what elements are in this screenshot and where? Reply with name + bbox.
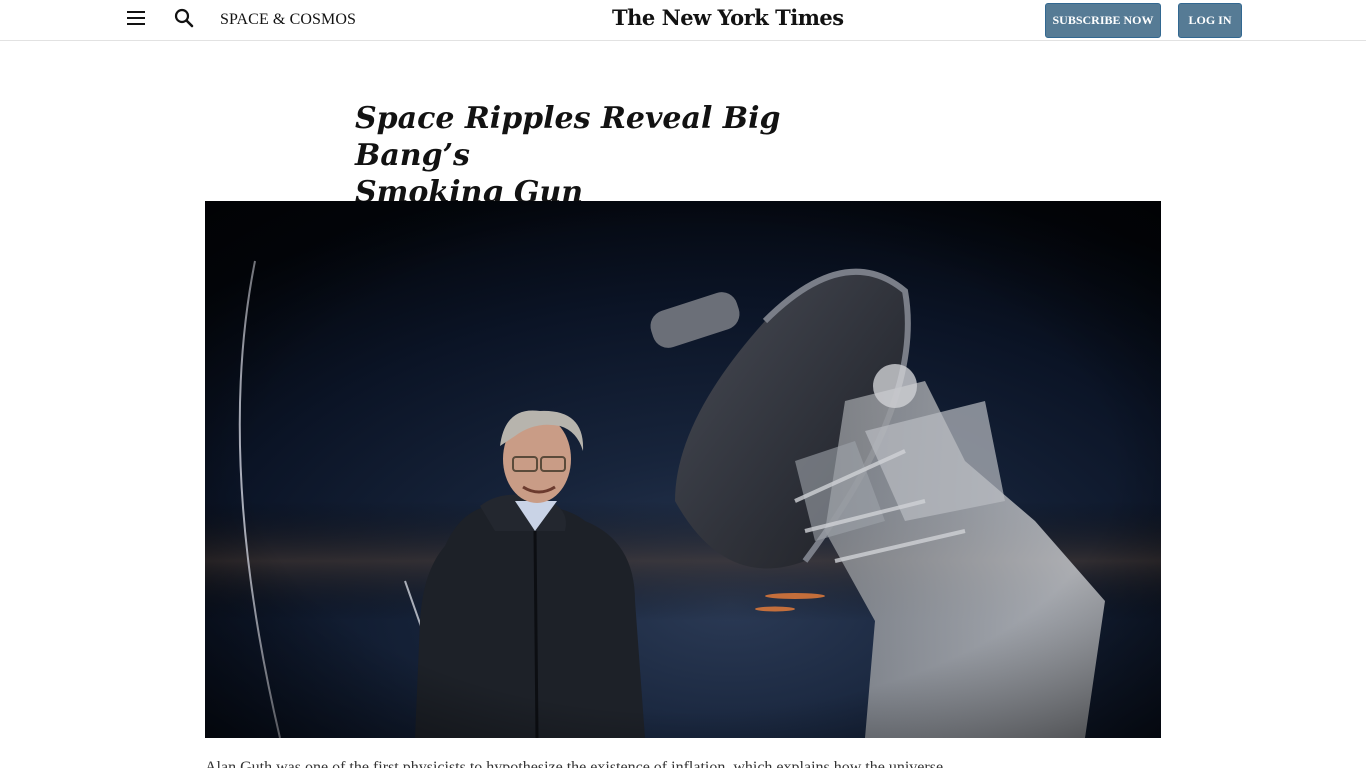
masthead: SPACE & COSMOS The New York Times SUBSCR… [0,0,1366,41]
article-headline: Space Ripples Reveal Big Bang’s Smoking … [355,100,815,211]
nyt-logo[interactable]: The New York Times [612,3,844,33]
subscribe-button[interactable]: SUBSCRIBE NOW [1045,3,1161,38]
image-caption: Alan Guth was one of the first physicist… [205,759,944,768]
menu-icon[interactable] [124,8,148,28]
hero-photo [205,201,1161,738]
login-button[interactable]: LOG IN [1178,3,1242,38]
headline-line-1: Space Ripples Reveal Big Bang’s [355,101,781,173]
hero-image [205,201,1161,738]
search-icon[interactable] [172,6,196,30]
section-link[interactable]: SPACE & COSMOS [220,11,356,29]
